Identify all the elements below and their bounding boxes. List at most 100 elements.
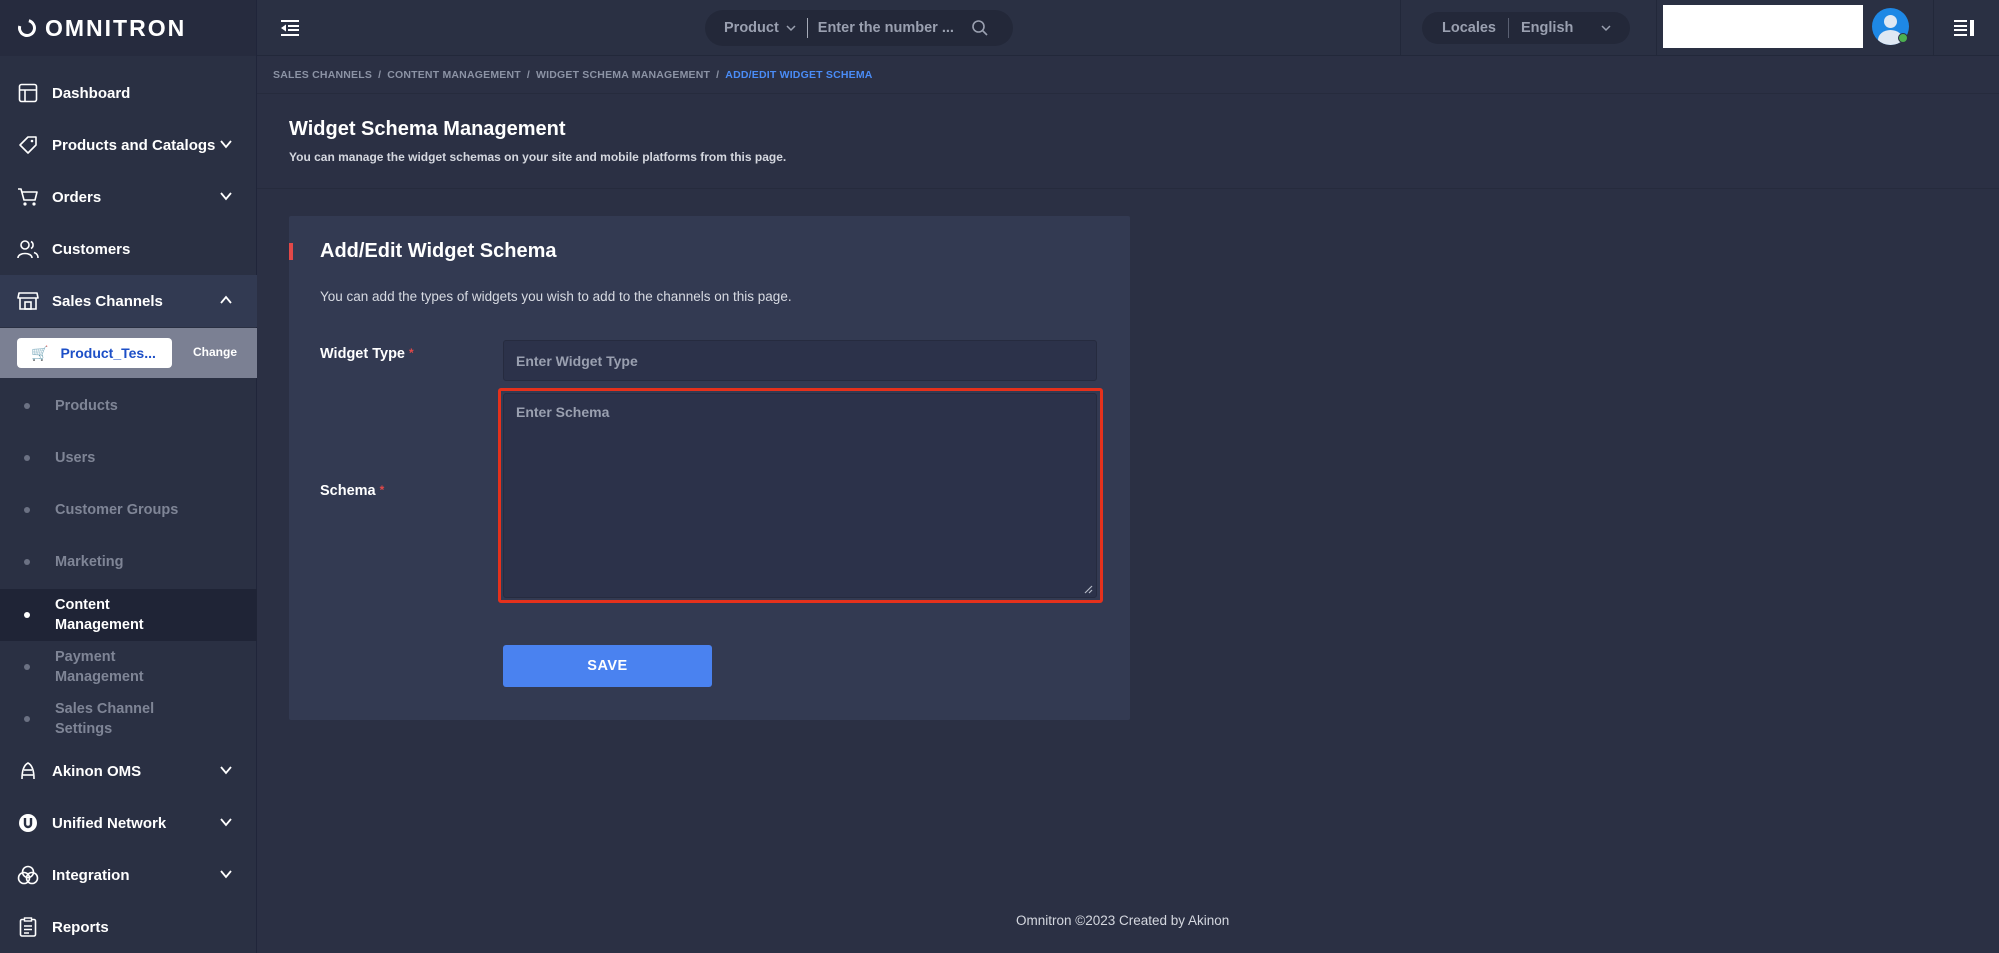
sub-item-content-management[interactable]: Content Management xyxy=(0,589,257,641)
right-panel-icon[interactable] xyxy=(1953,19,1975,37)
schema-textarea[interactable]: Enter Schema xyxy=(503,393,1097,598)
sidebar-item-integration[interactable]: Integration xyxy=(0,849,257,901)
widget-type-placeholder: Enter Widget Type xyxy=(516,352,638,369)
language-value: English xyxy=(1521,20,1574,36)
sidebar-item-customers[interactable]: Customers xyxy=(0,223,257,275)
sub-item-sales-channel-settings[interactable]: Sales Channel Settings xyxy=(0,697,257,741)
sub-item-payment-management[interactable]: Payment Management xyxy=(0,645,257,689)
chevron-down-icon[interactable] xyxy=(219,137,233,151)
reports-icon xyxy=(16,915,40,939)
breadcrumb-widget-schema-management[interactable]: WIDGET SCHEMA MANAGEMENT xyxy=(536,69,710,81)
sub-item-customer-groups[interactable]: Customer Groups xyxy=(0,497,257,523)
locales-label: Locales xyxy=(1442,20,1496,36)
locales-selector[interactable]: Locales English xyxy=(1422,12,1630,44)
tag-icon xyxy=(16,133,40,157)
sub-item-marketing[interactable]: Marketing xyxy=(0,549,257,575)
divider xyxy=(257,188,1999,189)
global-search: Product Enter the number ... xyxy=(705,10,1013,46)
footer-text: Omnitron ©2023 Created by Akinon xyxy=(1016,913,1230,928)
sidebar-item-dashboard[interactable]: Dashboard xyxy=(0,67,257,119)
sidebar-item-products-and-catalogs[interactable]: Products and Catalogs xyxy=(0,119,257,171)
change-channel-button[interactable]: Change xyxy=(193,345,237,359)
users-icon xyxy=(16,237,40,261)
search-icon[interactable] xyxy=(971,19,989,37)
divider xyxy=(1656,0,1657,56)
save-button[interactable]: SAVE xyxy=(503,645,712,687)
chevron-up-icon[interactable] xyxy=(219,293,233,307)
sidebar: OMNITRON Dashboard Products and Catalogs… xyxy=(0,0,257,953)
bullet-dot xyxy=(24,664,30,670)
sub-item-label: Products xyxy=(55,398,118,414)
channel-name: Product_Tes... xyxy=(60,345,156,361)
sidebar-item-sales-channels[interactable]: Sales Channels xyxy=(0,275,257,327)
chevron-down-icon[interactable] xyxy=(219,867,233,881)
network-icon xyxy=(16,811,40,835)
schema-label: Schema * xyxy=(320,483,384,499)
divider xyxy=(806,18,808,38)
sidebar-item-label: Sales Channels xyxy=(52,292,163,310)
search-type-select[interactable]: Product xyxy=(724,20,779,36)
sub-item-label: Users xyxy=(55,450,96,466)
logo-text: OMNITRON xyxy=(45,14,187,41)
sidebar-item-label: Orders xyxy=(52,188,102,206)
search-input[interactable]: Enter the number ... xyxy=(818,20,963,36)
bullet-dot xyxy=(24,507,30,513)
breadcrumb-separator: / xyxy=(526,69,530,81)
sub-item-label: Marketing xyxy=(55,554,124,570)
resize-handle-icon[interactable] xyxy=(1083,584,1093,594)
sub-item-users[interactable]: Users xyxy=(0,445,257,471)
title-accent-bar xyxy=(289,243,293,260)
chevron-down-icon[interactable] xyxy=(219,189,233,203)
bullet-dot xyxy=(24,559,30,565)
avatar-head xyxy=(1884,15,1897,28)
widget-type-label: Widget Type * xyxy=(320,346,414,362)
widget-type-label-text: Widget Type xyxy=(320,346,405,362)
sidebar-item-orders[interactable]: Orders xyxy=(0,171,257,223)
cart-icon xyxy=(16,185,40,209)
sidebar-item-label: Unified Network xyxy=(52,814,167,832)
collapse-menu-icon[interactable] xyxy=(279,18,301,38)
shopping-cart-icon: 🛒 xyxy=(31,344,49,361)
page-subtitle: You can manage the widget schemas on you… xyxy=(289,150,787,164)
sidebar-item-label: Dashboard xyxy=(52,84,131,102)
form-description: You can add the types of widgets you wis… xyxy=(320,289,792,304)
required-asterisk: * xyxy=(409,346,414,360)
sidebar-item-label: Customers xyxy=(52,240,131,258)
channel-pill[interactable]: 🛒 Product_Tes... xyxy=(17,338,172,368)
divider xyxy=(1933,0,1934,56)
redacted-user-name xyxy=(1663,5,1863,48)
sidebar-item-label: Reports xyxy=(52,918,109,936)
oms-icon xyxy=(16,759,40,783)
omnitron-logo[interactable]: OMNITRON xyxy=(0,0,256,56)
divider xyxy=(257,93,1999,94)
sub-item-products[interactable]: Products xyxy=(0,393,257,419)
sidebar-item-akinon-oms[interactable]: Akinon OMS xyxy=(0,745,257,797)
widget-type-input[interactable]: Enter Widget Type xyxy=(503,340,1097,381)
schema-label-text: Schema xyxy=(320,483,376,499)
divider xyxy=(1508,18,1509,38)
store-icon xyxy=(16,289,40,313)
breadcrumb-content-management[interactable]: CONTENT MANAGEMENT xyxy=(387,69,521,81)
sub-item-label: Sales Channel Settings xyxy=(55,701,155,737)
breadcrumb-sales-channels[interactable]: SALES CHANNELS xyxy=(273,69,372,81)
divider xyxy=(1400,0,1401,56)
dashboard-icon xyxy=(16,81,40,105)
chevron-down-icon[interactable] xyxy=(1600,22,1612,34)
sidebar-item-label: Products and Catalogs xyxy=(52,136,216,154)
logo-ring-icon xyxy=(14,15,40,41)
sidebar-item-reports[interactable]: Reports xyxy=(0,901,257,953)
breadcrumb-separator: / xyxy=(716,69,720,81)
chevron-down-icon[interactable] xyxy=(785,22,797,34)
chevron-down-icon[interactable] xyxy=(219,763,233,777)
channel-selector: 🛒 Product_Tes... Change xyxy=(0,328,257,378)
breadcrumb-current: ADD/EDIT WIDGET SCHEMA xyxy=(725,69,873,81)
chevron-down-icon[interactable] xyxy=(219,815,233,829)
required-asterisk: * xyxy=(379,483,385,497)
sub-item-label: Customer Groups xyxy=(55,502,179,518)
bullet-dot xyxy=(24,455,30,461)
sub-item-label: Content Management xyxy=(55,597,144,633)
sub-item-label: Payment Management xyxy=(55,649,144,685)
sidebar-item-unified-network[interactable]: Unified Network xyxy=(0,797,257,849)
form-title: Add/Edit Widget Schema xyxy=(320,240,557,262)
sidebar-item-label: Akinon OMS xyxy=(52,762,142,780)
